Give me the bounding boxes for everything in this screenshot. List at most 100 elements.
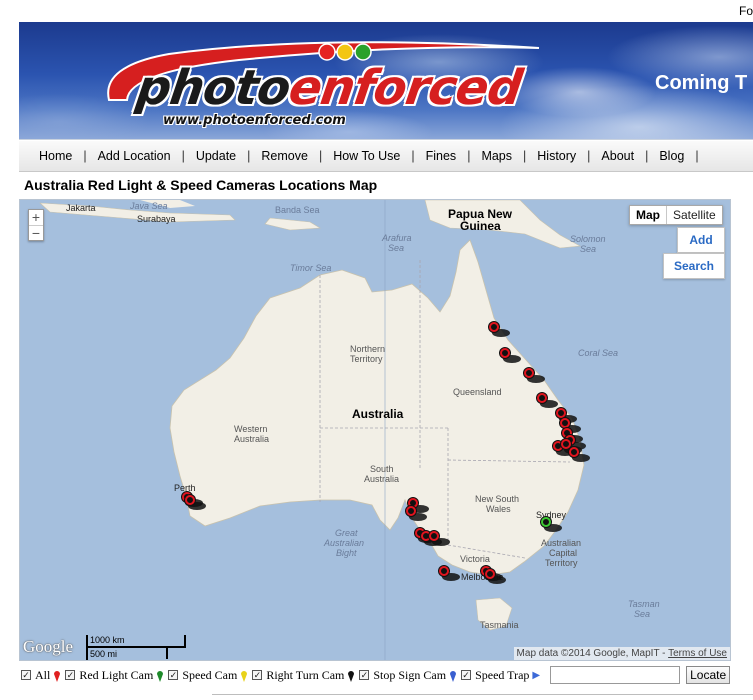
zoom-in-button[interactable]: + — [29, 210, 43, 225]
right-turn-checkbox[interactable]: ✓ — [252, 670, 263, 680]
nav-about[interactable]: About — [599, 149, 636, 163]
nav-separator: | — [83, 149, 87, 163]
nav-update[interactable]: Update — [194, 149, 238, 163]
scale-tick — [86, 635, 88, 660]
nav-separator: | — [645, 149, 649, 163]
triangle-right-icon[interactable]: ▶ — [532, 670, 540, 681]
nav-separator: | — [467, 149, 471, 163]
google-logo[interactable]: Google — [23, 637, 73, 657]
nav-home[interactable]: Home — [37, 149, 74, 163]
logo-url: www.photoenforced.com — [163, 113, 346, 128]
scale-mi-label: 500 mi — [90, 649, 118, 659]
map-type-control: Map Satellite — [629, 205, 723, 225]
logo-part-photo: photo — [133, 60, 294, 116]
scale-km-label: 1000 km — [90, 635, 125, 645]
location-input[interactable] — [550, 666, 681, 684]
map-label-victoria: Victoria — [460, 554, 490, 564]
map-label-northern: Northern — [350, 344, 385, 354]
map-label-coral-sea: Coral Sea — [578, 348, 618, 358]
scale-line — [86, 646, 186, 648]
map-tiles: Jakarta Java Sea Surabaya Banda Sea Papu… — [39, 200, 660, 660]
main-nav: Home | Add Location | Update | Remove | How … — [19, 141, 753, 172]
red-pin-icon — [54, 671, 61, 682]
map-label-western: Western — [234, 424, 267, 434]
map-type-satellite-button[interactable]: Satellite — [667, 206, 722, 224]
map-label-solomon-sea: Sea — [580, 244, 596, 254]
attribution-text: Map data ©2014 Google, MapIT - — [516, 648, 669, 659]
all-checkbox[interactable]: ✓ — [21, 670, 31, 680]
map-label-sydney: Sydney — [536, 510, 567, 520]
logo-part-enforced: enforced — [285, 60, 525, 116]
blue-pin-icon — [450, 671, 457, 682]
stop-sign-label: Stop Sign Cam — [373, 667, 447, 682]
speed-trap-checkbox[interactable]: ✓ — [461, 670, 472, 680]
map-label-western-australia: Australia — [234, 434, 269, 444]
nav-maps[interactable]: Maps — [479, 149, 514, 163]
map-type-map-button[interactable]: Map — [630, 206, 667, 224]
coming-soon-text: Coming T — [655, 72, 748, 94]
nav-separator: | — [247, 149, 251, 163]
map-label-territory: Territory — [350, 354, 383, 364]
map-label-solomon: Solomon — [570, 234, 606, 244]
nav-history[interactable]: History — [535, 149, 578, 163]
map-label-tasman-sea: Sea — [634, 609, 650, 619]
nav-separator: | — [523, 149, 527, 163]
map-label-act-1: Australian — [541, 538, 581, 548]
nav-separator: | — [181, 149, 185, 163]
map-label-jakarta: Jakarta — [66, 203, 96, 213]
map-label-nsw-2: Wales — [486, 504, 511, 514]
red-light-checkbox[interactable]: ✓ — [65, 670, 76, 680]
map-attribution: Map data ©2014 Google, MapIT - Terms of … — [513, 647, 730, 660]
stop-sign-checkbox[interactable]: ✓ — [359, 670, 370, 680]
black-pin-icon — [348, 671, 355, 682]
map-canvas[interactable]: Jakarta Java Sea Surabaya Banda Sea Papu… — [19, 199, 731, 661]
nav-separator: | — [411, 149, 415, 163]
map-label-act-2: Capital — [549, 548, 577, 558]
map-label-nsw-1: New South — [475, 494, 519, 504]
map-label-australia: Australia — [352, 407, 404, 421]
top-right-text: Fo — [738, 4, 753, 18]
all-label: All — [35, 667, 51, 682]
yellow-pin-icon — [241, 671, 248, 682]
map-label-arafura: Arafura — [381, 233, 412, 243]
zoom-out-button[interactable]: − — [29, 225, 43, 240]
map-label-great-australian: Australian — [323, 538, 364, 548]
map-label-tasmania: Tasmania — [480, 620, 519, 630]
nav-separator: | — [318, 149, 323, 163]
green-pin-icon — [157, 671, 164, 682]
nav-separator: | — [695, 149, 699, 163]
map-label-surabaya: Surabaya — [137, 214, 176, 224]
map-label-java-sea: Java Sea — [129, 201, 168, 211]
right-turn-label: Right Turn Cam — [266, 667, 345, 682]
nav-fines[interactable]: Fines — [424, 149, 459, 163]
legend-bar: ✓ All ✓ Red Light Cam ✓ Speed Cam ✓ Righ… — [19, 664, 753, 686]
map-label-south: South — [370, 464, 394, 474]
speed-cam-label: Speed Cam — [182, 667, 238, 682]
zoom-control: + − — [28, 209, 44, 241]
locate-button[interactable]: Locate — [686, 666, 731, 684]
nav-separator: | — [587, 149, 591, 163]
logo-wordmark: photoenforced — [133, 60, 525, 116]
speed-cam-checkbox[interactable]: ✓ — [168, 670, 179, 680]
map-label-guinea: Guinea — [460, 219, 501, 233]
nav-add-location[interactable]: Add Location — [96, 149, 173, 163]
map-scale: 1000 km 500 mi — [86, 633, 196, 660]
nav-remove[interactable]: Remove — [259, 149, 310, 163]
map-label-south-australia: Australia — [364, 474, 399, 484]
nav-blog[interactable]: Blog — [657, 149, 686, 163]
terms-of-use-link[interactable]: Terms of Use — [668, 648, 727, 659]
map-label-tasman: Tasman — [628, 599, 660, 609]
scale-tick — [166, 647, 168, 659]
map-label-great: Great — [335, 528, 358, 538]
nav-how-to-use[interactable]: How To Use — [331, 149, 402, 163]
red-light-label: Red Light Cam — [79, 667, 154, 682]
add-button[interactable]: Add — [677, 227, 725, 253]
site-logo[interactable]: photoenforced www.photoenforced.com — [99, 38, 569, 128]
map-label-timor-sea: Timor Sea — [290, 263, 331, 273]
search-button[interactable]: Search — [663, 253, 725, 279]
speed-trap-label: Speed Trap — [475, 667, 530, 682]
divider — [212, 694, 753, 695]
map-label-banda-sea: Banda Sea — [275, 205, 320, 215]
map-label-arafura-sea: Sea — [388, 243, 404, 253]
map-label-act-3: Territory — [545, 558, 578, 568]
